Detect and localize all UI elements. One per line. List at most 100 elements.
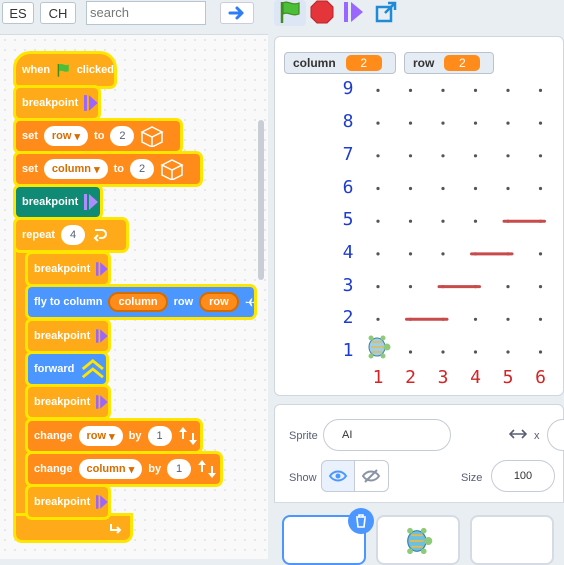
- grid-dot: [441, 121, 445, 125]
- grid-dot: [538, 154, 543, 158]
- show-visible-button[interactable]: [321, 460, 355, 492]
- x-axis-label: 6: [535, 367, 546, 388]
- repeat-count-input[interactable]: 4: [61, 225, 86, 245]
- grid-dot: [538, 88, 543, 92]
- change-column-value-input[interactable]: 1: [167, 459, 192, 479]
- grid-dot: [473, 186, 478, 191]
- breakpoint-icon: [84, 95, 98, 111]
- when-flag-clicked-block[interactable]: when clicked: [16, 54, 114, 86]
- share-export-icon[interactable]: [374, 0, 398, 24]
- column-variable-dropdown[interactable]: column ▾: [78, 459, 143, 479]
- breakpoint-label: breakpoint: [34, 396, 91, 408]
- grid-dot: [473, 317, 478, 321]
- grid-dot: [506, 121, 510, 125]
- breakpoint-icon: [96, 329, 108, 343]
- breakpoint-block[interactable]: breakpoint: [28, 321, 108, 351]
- grid-dot: [376, 121, 380, 125]
- language-ch-button[interactable]: CH: [40, 2, 76, 24]
- size-field[interactable]: 100: [491, 460, 555, 492]
- x-axis-label: 1: [372, 367, 384, 388]
- grid-dot: [376, 154, 380, 158]
- grid-dot: [473, 350, 478, 354]
- grid-dot: [408, 154, 413, 158]
- up-down-arrows-icon: [178, 427, 197, 445]
- sprite-name-value: AI: [342, 429, 353, 441]
- grid-dot: [473, 154, 478, 158]
- code-scrollbar[interactable]: [258, 120, 264, 280]
- repeat-block[interactable]: repeat 4: [16, 220, 126, 250]
- sprite-name-field[interactable]: AI: [323, 419, 451, 451]
- breakpoint-step-icon[interactable]: [342, 0, 366, 24]
- arrow-right-icon: [228, 6, 244, 20]
- breakpoint-label: breakpoint: [22, 97, 79, 109]
- change-column-block[interactable]: change column ▾ by 1: [28, 454, 220, 484]
- forward-block[interactable]: forward: [28, 354, 106, 384]
- set-row-block[interactable]: set row ▾ to 2: [16, 121, 180, 151]
- grid-dot: [538, 285, 543, 289]
- green-flag-icon: [57, 63, 69, 77]
- grid-dot: [376, 285, 380, 289]
- dropdown-value: column: [51, 163, 92, 175]
- column-variable-dropdown[interactable]: column ▾: [43, 159, 108, 179]
- stage[interactable]: column 2 row 2 987654321 123456: [274, 36, 564, 396]
- set-row-value-input[interactable]: 2: [110, 126, 135, 146]
- breakpoint-block[interactable]: breakpoint: [16, 88, 98, 118]
- grid-dot: [376, 186, 380, 191]
- row-label: row: [173, 296, 194, 308]
- x-position-field[interactable]: [547, 419, 564, 451]
- turtle-icon: [407, 527, 433, 555]
- green-flag-icon[interactable]: [278, 0, 302, 24]
- breakpoint-icon: [96, 262, 108, 276]
- clicked-label: clicked: [76, 64, 114, 76]
- breakpoint-block[interactable]: breakpoint: [28, 387, 108, 417]
- dropdown-value: column: [86, 463, 126, 475]
- change-row-block[interactable]: change row ▾ by 1: [28, 421, 200, 451]
- grid-dot: [441, 219, 445, 223]
- breakpoint-block[interactable]: breakpoint: [16, 187, 100, 217]
- horizontal-arrows-icon: [509, 429, 527, 439]
- search-go-button[interactable]: [220, 2, 254, 24]
- change-row-value-input[interactable]: 1: [147, 426, 172, 446]
- fly-to-column-block[interactable]: fly to column column row row: [28, 287, 254, 317]
- x-axis-label: 2: [405, 367, 416, 388]
- grid-dot: [506, 317, 510, 321]
- y-axis-label: 4: [342, 241, 354, 263]
- row-reporter[interactable]: row: [199, 292, 239, 312]
- delete-sprite-button[interactable]: [348, 508, 374, 534]
- y-axis-label: 5: [342, 209, 354, 231]
- size-value: 100: [513, 470, 533, 482]
- set-column-value-input[interactable]: 2: [130, 159, 154, 179]
- grid-dot: [506, 88, 510, 92]
- grid-dot: [473, 121, 478, 125]
- grid-dot: [538, 121, 543, 125]
- grid-dot: [408, 219, 413, 223]
- row-variable-dropdown[interactable]: row ▾: [43, 126, 89, 146]
- row-variable-dropdown[interactable]: row ▾: [78, 426, 123, 446]
- grid-dot: [408, 350, 413, 354]
- y-axis-label: 7: [342, 143, 354, 165]
- breakpoint-icon: [84, 194, 99, 210]
- y-axis-label: 9: [342, 78, 354, 100]
- x-axis-label: 3: [437, 367, 449, 388]
- y-axis-label: 6: [342, 176, 354, 198]
- grid-dot: [506, 350, 510, 354]
- forward-label: forward: [34, 363, 75, 375]
- breakpoint-label: breakpoint: [34, 496, 91, 508]
- y-axis-label: 2: [342, 307, 354, 329]
- grid-dot: [441, 88, 445, 92]
- grid-dot: [473, 88, 478, 92]
- sprite-tray: [274, 502, 564, 565]
- grid-dot: [408, 252, 413, 256]
- language-es-button[interactable]: ES: [2, 2, 34, 24]
- search-input[interactable]: search: [86, 1, 206, 25]
- grid-dot: [538, 350, 543, 354]
- grid-dot: [473, 219, 478, 223]
- eye-icon: [328, 470, 348, 482]
- breakpoint-block[interactable]: breakpoint: [28, 254, 108, 284]
- column-reporter[interactable]: column: [108, 292, 168, 312]
- stop-sign-icon[interactable]: [310, 0, 334, 24]
- breakpoint-block[interactable]: breakpoint: [28, 487, 108, 517]
- show-hidden-button[interactable]: [355, 460, 389, 492]
- turtle-sprite-icon: [368, 335, 391, 359]
- set-column-block[interactable]: set column ▾ to 2: [16, 154, 200, 184]
